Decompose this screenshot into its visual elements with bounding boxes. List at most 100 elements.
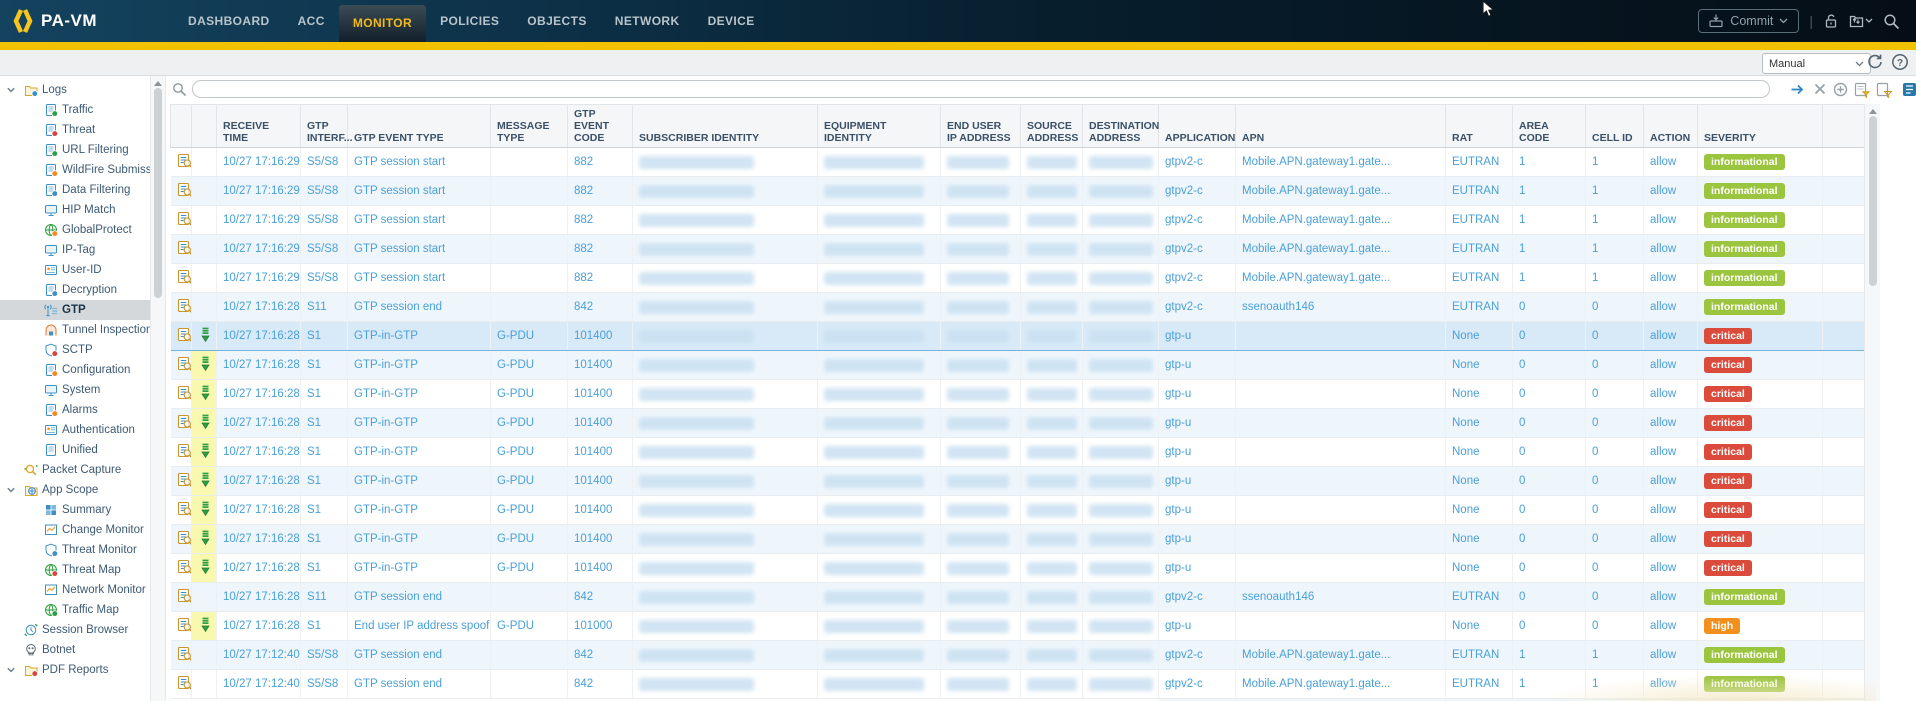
log-row[interactable]: 10/27 17:16:28S11GTP session end842gtpv2… <box>171 583 1865 612</box>
sidebar-scrollbar[interactable] <box>150 76 166 701</box>
log-detail-icon[interactable] <box>177 385 192 401</box>
scroll-thumb[interactable] <box>1869 116 1877 286</box>
log-row[interactable]: 10/27 17:16:28S1GTP-in-GTPG-PDU101400gtp… <box>171 467 1865 496</box>
log-row[interactable]: 10/27 17:16:28S1GTP-in-GTPG-PDU101400gtp… <box>171 554 1865 583</box>
log-filter-input[interactable] <box>192 80 1770 98</box>
column-header-apn[interactable]: APN <box>1236 105 1446 148</box>
log-detail-icon[interactable] <box>177 327 192 343</box>
log-row[interactable]: 10/27 17:16:28S1GTP-in-GTPG-PDU101400gtp… <box>171 380 1865 409</box>
log-row[interactable]: 10/27 17:16:29S5/S8GTP session start882g… <box>171 177 1865 206</box>
pcap-cell[interactable] <box>192 322 217 351</box>
sidebar-item-gtp[interactable]: GTP <box>0 300 150 320</box>
sidebar-item-app-scope[interactable]: App Scope <box>0 480 150 500</box>
refresh-mode-select[interactable]: Manual <box>1762 53 1871 74</box>
pcap-download-icon[interactable] <box>198 327 213 343</box>
pcap-cell[interactable] <box>192 612 217 641</box>
log-detail-icon[interactable] <box>177 472 192 488</box>
log-detail-icon[interactable] <box>177 211 192 227</box>
pcap-cell[interactable] <box>192 525 217 554</box>
log-detail-icon[interactable] <box>177 675 192 691</box>
detail-cell[interactable] <box>171 351 192 380</box>
detail-cell[interactable] <box>171 467 192 496</box>
log-detail-icon[interactable] <box>177 646 192 662</box>
load-filter-icon[interactable] <box>1876 82 1893 103</box>
pcap-cell[interactable] <box>192 467 217 496</box>
global-search-icon[interactable] <box>1883 13 1900 30</box>
detail-cell[interactable] <box>171 206 192 235</box>
nav-tab-monitor[interactable]: MONITOR <box>339 5 426 42</box>
log-detail-icon[interactable] <box>177 240 192 256</box>
detail-cell[interactable] <box>171 438 192 467</box>
pcap-cell[interactable] <box>192 438 217 467</box>
detail-cell[interactable] <box>171 612 192 641</box>
detail-cell[interactable] <box>171 641 192 670</box>
column-header-action[interactable]: ACTION <box>1644 105 1698 148</box>
table-scrollbar[interactable] <box>1864 104 1880 701</box>
detail-cell[interactable] <box>171 235 192 264</box>
column-header-severity[interactable]: SEVERITY <box>1698 105 1823 148</box>
pcap-download-icon[interactable] <box>198 501 213 517</box>
log-row[interactable]: 10/27 17:16:28S1GTP-in-GTPG-PDU101400gtp… <box>171 409 1865 438</box>
column-header-source_address[interactable]: SOURCE ADDRESS <box>1021 105 1083 148</box>
column-header-application[interactable]: APPLICATION <box>1159 105 1236 148</box>
log-detail-icon[interactable] <box>177 414 192 430</box>
sidebar-item-sctp[interactable]: SCTP <box>0 340 150 360</box>
tree-expand-icon[interactable] <box>6 85 16 95</box>
nav-tab-policies[interactable]: POLICIES <box>426 0 513 42</box>
pcap-download-icon[interactable] <box>198 617 213 633</box>
config-export-icon[interactable] <box>1849 13 1873 29</box>
pcap-download-icon[interactable] <box>198 472 213 488</box>
column-header-subscriber_identity[interactable]: SUBSCRIBER IDENTITY <box>633 105 818 148</box>
sidebar-item-threat-map[interactable]: Threat Map <box>0 560 150 580</box>
sidebar-item-hip-match[interactable]: HIP Match <box>0 200 150 220</box>
detail-cell[interactable] <box>171 409 192 438</box>
detail-cell[interactable] <box>171 322 192 351</box>
sidebar-item-threat[interactable]: Threat <box>0 120 150 140</box>
detail-cell[interactable] <box>171 380 192 409</box>
detail-cell[interactable] <box>171 525 192 554</box>
scroll-up-arrow[interactable] <box>154 81 162 86</box>
detail-cell[interactable] <box>171 496 192 525</box>
apply-filter-icon[interactable] <box>1790 82 1806 102</box>
log-row[interactable]: 10/27 17:16:28S1GTP-in-GTPG-PDU101400gtp… <box>171 438 1865 467</box>
log-detail-icon[interactable] <box>177 617 192 633</box>
scroll-up-arrow[interactable] <box>1869 109 1877 114</box>
sidebar-item-tunnel-inspection[interactable]: Tunnel Inspection <box>0 320 150 340</box>
pcap-cell[interactable] <box>192 380 217 409</box>
sidebar-item-session-browser[interactable]: Session Browser <box>0 620 150 640</box>
sidebar-item-globalprotect[interactable]: GlobalProtect <box>0 220 150 240</box>
sidebar-item-pdf-reports[interactable]: PDF Reports <box>0 660 150 680</box>
sidebar-item-unified[interactable]: Unified <box>0 440 150 460</box>
log-detail-icon[interactable] <box>177 269 192 285</box>
sidebar-item-botnet[interactable]: Botnet <box>0 640 150 660</box>
sidebar-item-data-filtering[interactable]: Data Filtering <box>0 180 150 200</box>
pcap-cell[interactable] <box>192 351 217 380</box>
nav-tab-acc[interactable]: ACC <box>284 0 339 42</box>
sidebar-item-url-filtering[interactable]: URL Filtering <box>0 140 150 160</box>
export-csv-icon[interactable] <box>1902 82 1916 102</box>
sidebar-item-network-monitor[interactable]: Network Monitor <box>0 580 150 600</box>
commit-button[interactable]: Commit <box>1698 9 1799 33</box>
sidebar-item-change-monitor[interactable]: Change Monitor <box>0 520 150 540</box>
log-row[interactable]: 10/27 17:16:28S11GTP session end842gtpv2… <box>171 293 1865 322</box>
column-header-end_user_ip[interactable]: END USER IP ADDRESS <box>941 105 1021 148</box>
sidebar-item-decryption[interactable]: Decryption <box>0 280 150 300</box>
sidebar-item-logs[interactable]: Logs <box>0 80 150 100</box>
column-header-gtp_interface[interactable]: GTP INTERF... <box>301 105 348 148</box>
detail-cell[interactable] <box>171 670 192 699</box>
scroll-thumb[interactable] <box>154 88 162 298</box>
log-detail-icon[interactable] <box>177 588 192 604</box>
log-detail-icon[interactable] <box>177 530 192 546</box>
pcap-download-icon[interactable] <box>198 356 213 372</box>
sidebar-item-traffic-map[interactable]: Traffic Map <box>0 600 150 620</box>
save-filter-icon[interactable] <box>1854 82 1871 103</box>
column-header-rat[interactable]: RAT <box>1446 105 1513 148</box>
column-header-gtp_event_type[interactable]: GTP EVENT TYPE <box>348 105 491 148</box>
detail-cell[interactable] <box>171 177 192 206</box>
sidebar-item-traffic[interactable]: Traffic <box>0 100 150 120</box>
detail-cell[interactable] <box>171 293 192 322</box>
sidebar-item-user-id[interactable]: User-ID <box>0 260 150 280</box>
pcap-download-icon[interactable] <box>198 385 213 401</box>
pcap-cell[interactable] <box>192 409 217 438</box>
tree-expand-icon[interactable] <box>6 485 16 495</box>
